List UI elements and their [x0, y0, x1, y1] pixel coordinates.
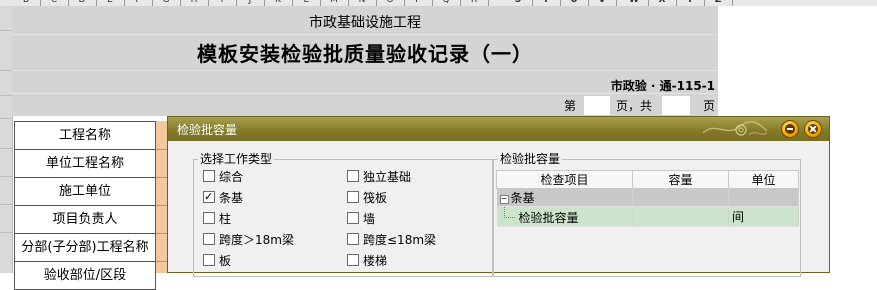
checkbox-icon[interactable] [347, 254, 359, 266]
option-raft-slab[interactable]: 筏板 [347, 189, 387, 207]
row-divider [0, 176, 12, 177]
checkbox-icon[interactable] [347, 233, 359, 245]
option-column[interactable]: 柱 [203, 210, 231, 228]
field-label-project-name[interactable]: 工程名称 [14, 121, 156, 150]
checkbox-icon[interactable] [347, 170, 359, 182]
row-divider [0, 95, 12, 96]
table-row-group[interactable]: − 条基 [496, 188, 799, 207]
option-beam-up-to-18m[interactable]: 跨度≤18m梁 [347, 231, 436, 249]
option-label: 跨度≤18m梁 [363, 233, 437, 247]
capacity-groupbox: 检验批容量 检查项目 容量 单位 − 条基 检验批容量 间 [493, 152, 801, 277]
option-label: 墙 [363, 212, 376, 226]
option-strip-foundation[interactable]: 条基 [203, 188, 244, 207]
form-code[interactable]: 市政验 · 通-115-1 [611, 77, 715, 94]
option-beam-over-18m[interactable]: 跨度＞18m梁 [203, 231, 294, 249]
group-label: 条基 [510, 191, 535, 205]
field-label-unit-project-name[interactable]: 单位工程名称 [14, 150, 156, 178]
group-cell: − 条基 [496, 188, 633, 207]
capacity-legend: 检验批容量 [498, 152, 563, 166]
dialog-title: 检验批容量 [177, 123, 238, 137]
option-label: 条基 [219, 191, 244, 205]
option-label: 柱 [219, 212, 232, 226]
option-label: 跨度＞18m梁 [219, 233, 294, 247]
group-unit-cell [728, 188, 799, 207]
item-cell: 检验批容量 [496, 206, 633, 227]
option-stairs[interactable]: 楼梯 [347, 252, 387, 270]
checkbox-icon[interactable] [203, 170, 215, 182]
capacity-input-cell[interactable] [632, 206, 729, 227]
checkbox-icon[interactable] [347, 212, 359, 224]
row-divider [0, 70, 12, 71]
option-comprehensive[interactable]: 综合 [203, 168, 243, 186]
project-type-heading[interactable]: 市政基础设施工程 [12, 12, 718, 32]
grid-line [12, 34, 718, 35]
option-independent-foundation[interactable]: 独立基础 [347, 168, 411, 186]
row-divider [0, 118, 12, 119]
column-header-check-item[interactable]: 检查项目 [496, 170, 633, 189]
page-label-mid: 页，共 [616, 99, 653, 113]
field-label-construction-unit[interactable]: 施工单位 [14, 178, 156, 206]
inspection-capacity-dialog: 检验批容量 选择工作类型 综合 独立基础 条基 筏板 柱 墙 [167, 116, 830, 277]
field-label-inspection-section[interactable]: 验收部位/区段 [14, 262, 156, 290]
field-label-subdivision-name[interactable]: 分部(子分部)工程名称 [14, 234, 156, 262]
checkbox-checked-icon[interactable] [203, 188, 215, 206]
option-wall[interactable]: 墙 [347, 210, 375, 228]
checkbox-icon[interactable] [203, 233, 215, 245]
unit-cell[interactable]: 间 [728, 206, 799, 227]
tree-collapse-icon[interactable]: − [499, 195, 509, 204]
option-label: 独立基础 [363, 170, 412, 184]
close-icon[interactable] [804, 120, 822, 138]
work-type-groupbox: 选择工作类型 综合 独立基础 条基 筏板 柱 墙 跨度＞18m梁 跨度≤18m梁… [193, 152, 493, 277]
row-divider [0, 148, 12, 149]
page-number-cell[interactable] [584, 96, 610, 115]
column-header-capacity[interactable]: 容量 [632, 170, 729, 189]
field-label-project-manager[interactable]: 项目负责人 [14, 206, 156, 234]
row-divider [0, 30, 12, 31]
checkbox-icon[interactable] [347, 191, 359, 203]
option-label: 楼梯 [363, 254, 388, 268]
grid-line [12, 70, 718, 71]
page-label-prefix: 第 [564, 99, 577, 113]
option-label: 综合 [219, 170, 244, 184]
table-header-row: 检查项目 容量 单位 [496, 170, 799, 189]
checkbox-icon[interactable] [203, 254, 215, 266]
form-title[interactable]: 模板安装检验批质量验收记录（一） [12, 38, 718, 67]
table-row[interactable]: 检验批容量 间 [496, 206, 799, 227]
column-header-unit[interactable]: 单位 [728, 170, 799, 189]
minimize-icon[interactable] [781, 120, 799, 138]
form-field-labels: 工程名称 单位工程名称 施工单位 项目负责人 分部(子分部)工程名称 验收部位/… [14, 121, 156, 290]
item-label: 检验批容量 [518, 211, 579, 225]
titlebar-ornament-icon [702, 121, 768, 136]
capacity-table: 检查项目 容量 单位 − 条基 检验批容量 间 [496, 170, 799, 227]
checkbox-icon[interactable] [203, 212, 215, 224]
dialog-titlebar[interactable]: 检验批容量 [168, 117, 829, 141]
work-type-legend: 选择工作类型 [198, 152, 275, 166]
option-label: 板 [219, 254, 232, 268]
tree-branch-line [503, 207, 515, 218]
page-label-suffix: 页 [703, 99, 716, 113]
row-divider [0, 232, 12, 233]
group-capacity-cell [632, 188, 729, 207]
row-divider [0, 204, 12, 205]
page-total-cell[interactable] [662, 96, 690, 115]
option-label: 筏板 [363, 191, 388, 205]
option-slab[interactable]: 板 [203, 252, 231, 270]
